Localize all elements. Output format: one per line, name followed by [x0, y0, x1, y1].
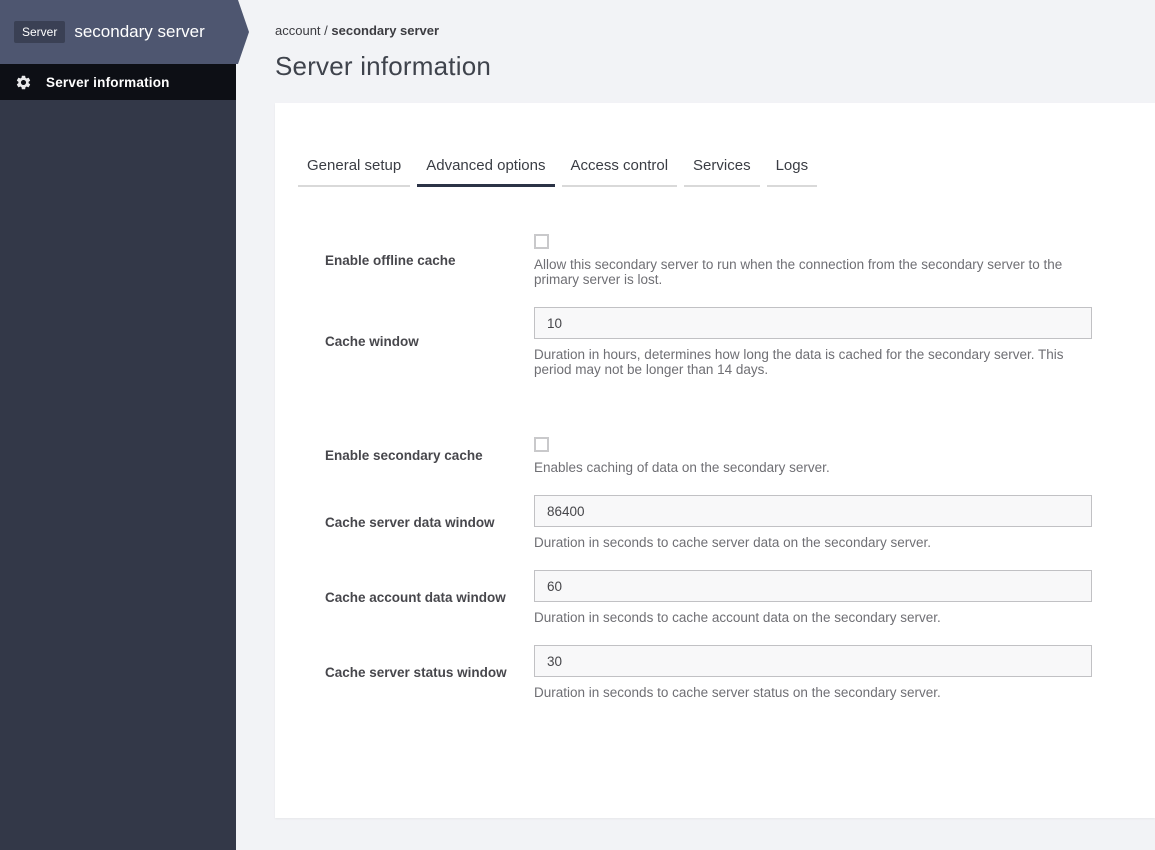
tab-general-setup[interactable]: General setup: [298, 157, 411, 187]
tab-advanced-options[interactable]: Advanced options: [417, 157, 555, 187]
field-label-cache-window: Cache window: [325, 334, 419, 349]
field-label-cache-server-data-window: Cache server data window: [325, 514, 495, 530]
tab-services[interactable]: Services: [684, 157, 760, 187]
enable-offline-cache-checkbox[interactable]: [534, 234, 549, 249]
form-field-row: Cache server data window Duration in seco…: [325, 495, 1155, 550]
field-label-cache-account-data-window: Cache account data window: [325, 589, 506, 605]
field-help: Duration in seconds to cache server stat…: [534, 685, 941, 700]
sidebar-server-title: secondary server: [74, 22, 205, 41]
cache-server-status-window-input[interactable]: [534, 645, 1092, 677]
breadcrumb: account / secondary server: [275, 23, 1155, 38]
content-card: General setup Advanced options Access cont…: [275, 103, 1155, 818]
sidebar: Server secondary server Server informati…: [0, 0, 249, 850]
cache-window-input[interactable]: [534, 307, 1092, 339]
field-help: Duration in seconds to cache account dat…: [534, 610, 941, 625]
form-field-row: Cache window Duration in hours, determine…: [325, 307, 1155, 377]
cache-account-data-window-input[interactable]: [534, 570, 1092, 602]
tab-logs[interactable]: Logs: [766, 157, 818, 187]
form-field-row: Cache account data window Duration in sec…: [325, 570, 1155, 625]
field-help: Allow this secondary server to run when …: [534, 257, 1063, 287]
field-label-enable-secondary-cache: Enable secondary cache: [325, 448, 483, 463]
cache-server-data-window-input[interactable]: [534, 495, 1092, 527]
enable-secondary-cache-checkbox[interactable]: [534, 437, 549, 452]
settings-form: Enable offline cache Allow this secondary…: [275, 234, 1155, 700]
field-control: Allow this secondary server to run when …: [534, 234, 1092, 287]
breadcrumb-account-link[interactable]: account: [275, 23, 321, 38]
sidebar-header: Server secondary server: [0, 0, 249, 64]
field-label-enable-offline-cache: Enable offline cache: [325, 252, 456, 268]
server-type-badge: Server: [14, 21, 66, 43]
form-field-row: Enable secondary cache Enables caching of…: [325, 437, 1155, 475]
sidebar-item-server-information[interactable]: Server information: [0, 64, 236, 100]
field-control: Duration in seconds to cache server stat…: [534, 645, 1092, 700]
field-help: Duration in seconds to cache server data…: [534, 535, 931, 550]
field-control: Duration in seconds to cache account dat…: [534, 570, 1092, 625]
main-content: account / secondary server Server inform…: [236, 0, 1155, 850]
field-control: Enables caching of data on the secondary…: [534, 437, 1092, 475]
breadcrumb-current: secondary server: [331, 23, 440, 38]
field-help: Duration in hours, determines how long t…: [534, 347, 1064, 377]
breadcrumb-separator: /: [320, 23, 332, 38]
form-field-row: Cache server status window Duration in se…: [325, 645, 1155, 700]
field-control: Duration in hours, determines how long t…: [534, 307, 1092, 377]
form-field-row: Enable offline cache Allow this secondary…: [325, 234, 1155, 287]
tabs: General setup Advanced options Access cont…: [298, 157, 1155, 187]
tab-access-control[interactable]: Access control: [561, 157, 678, 187]
field-help: Enables caching of data on the secondary…: [534, 460, 830, 475]
field-control: Duration in seconds to cache server data…: [534, 495, 1092, 550]
field-label-cache-server-status-window: Cache server status window: [325, 664, 507, 680]
sidebar-item-label: Server information: [46, 74, 170, 90]
gear-icon: [16, 75, 31, 89]
page-title: Server information: [275, 51, 492, 81]
